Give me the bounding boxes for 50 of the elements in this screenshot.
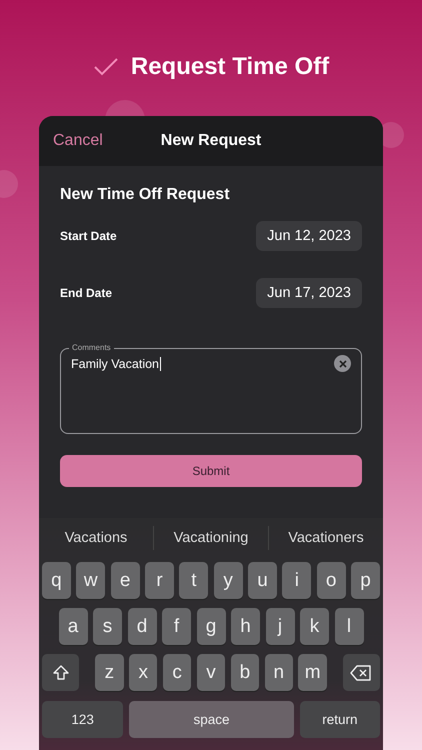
key[interactable]: x <box>129 654 158 691</box>
key[interactable]: w <box>76 562 106 599</box>
cancel-button[interactable]: Cancel <box>47 128 109 154</box>
form-heading: New Time Off Request <box>60 186 231 204</box>
backspace-key[interactable] <box>342 654 380 691</box>
key[interactable]: r <box>145 562 174 599</box>
space-key[interactable]: space <box>128 701 294 738</box>
backspace-icon <box>350 664 372 680</box>
submit-button[interactable]: Submit <box>60 455 362 487</box>
field-label: Comments <box>69 343 114 352</box>
key[interactable]: t <box>179 562 208 599</box>
suggestion[interactable]: Vacationing <box>153 526 268 550</box>
key[interactable]: o <box>316 562 346 599</box>
key[interactable]: y <box>214 562 243 599</box>
return-key[interactable]: return <box>300 701 380 738</box>
key[interactable]: d <box>128 608 156 645</box>
key[interactable]: u <box>248 562 277 599</box>
key[interactable]: i <box>282 562 312 599</box>
suggestion[interactable]: Vacationers <box>268 526 383 550</box>
key[interactable]: a <box>58 608 88 645</box>
field-value: Family Vacation <box>71 357 161 371</box>
close-icon <box>338 360 346 368</box>
key[interactable]: c <box>162 654 192 691</box>
checkmark-icon <box>92 57 119 77</box>
headline: Request Time Off <box>130 53 330 81</box>
key[interactable]: z <box>95 654 124 691</box>
key[interactable]: h <box>231 608 260 645</box>
key[interactable]: s <box>93 608 122 645</box>
clear-icon[interactable] <box>334 355 351 372</box>
date-picker[interactable]: Jun 12, 2023 <box>256 221 362 251</box>
key[interactable]: g <box>196 608 226 645</box>
key[interactable]: m <box>298 654 327 691</box>
key[interactable]: n <box>264 654 293 691</box>
key[interactable]: k <box>300 608 329 645</box>
key[interactable]: b <box>230 654 260 691</box>
key[interactable]: q <box>42 562 71 599</box>
key[interactable]: l <box>334 608 364 645</box>
date-label: End Date <box>60 286 112 300</box>
shift-icon <box>52 664 70 682</box>
numbers-key[interactable]: 123 <box>42 701 124 738</box>
shift-key[interactable] <box>42 654 80 691</box>
key[interactable]: f <box>162 608 191 645</box>
date-picker[interactable]: Jun 17, 2023 <box>256 278 362 308</box>
key[interactable]: p <box>351 562 380 599</box>
suggestion[interactable]: Vacations <box>39 526 153 550</box>
key[interactable]: j <box>266 608 294 645</box>
key[interactable]: e <box>110 562 140 599</box>
key[interactable]: v <box>196 654 226 691</box>
nav-title: New Request <box>160 132 262 150</box>
date-label: Start Date <box>60 229 117 243</box>
